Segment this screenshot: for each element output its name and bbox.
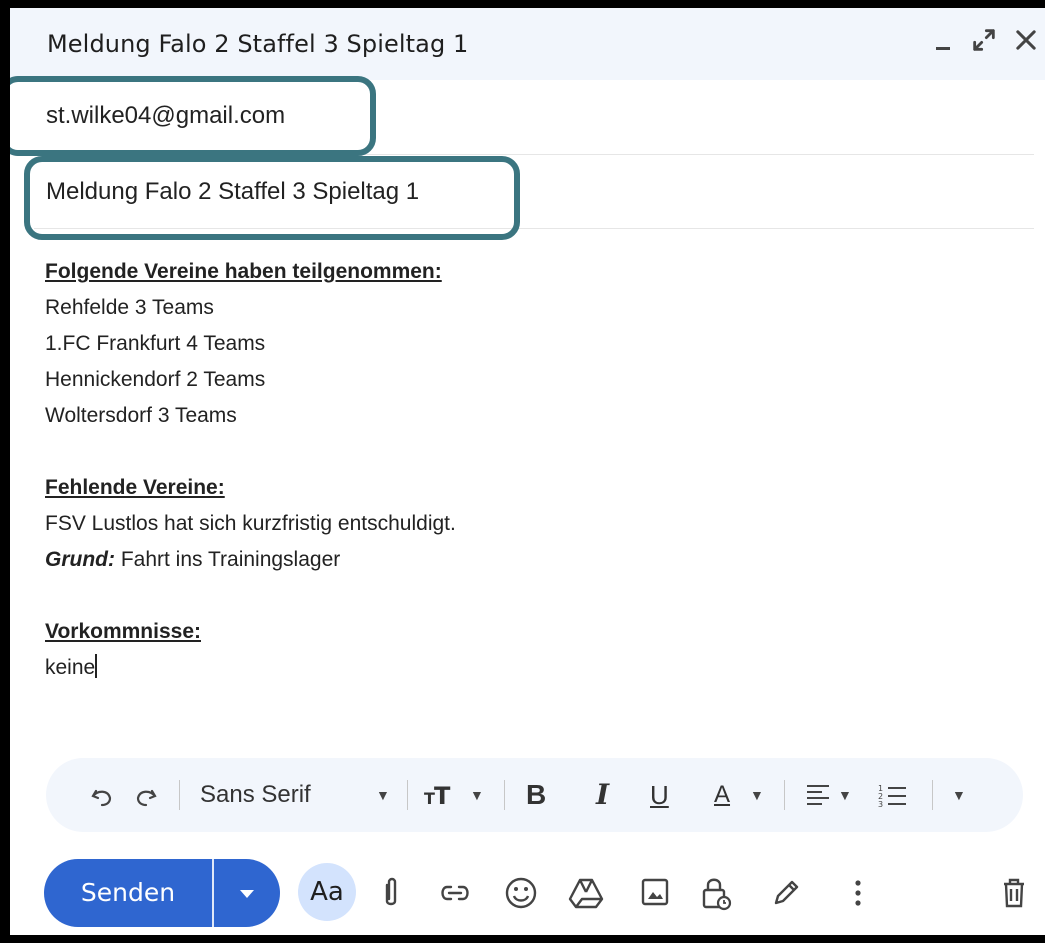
reason-text: Fahrt ins Trainingslager (114, 548, 341, 571)
incidents-line: keine (45, 650, 1025, 686)
align-icon[interactable] (804, 758, 832, 832)
reason-line: Grund: Fahrt ins Trainingslager (45, 542, 1025, 578)
chevron-down-icon[interactable]: ▼ (838, 758, 852, 832)
toolbar-separator (504, 780, 505, 810)
send-button-group: Senden (44, 859, 280, 927)
incidents-text: keine (45, 656, 96, 679)
toolbar-separator (407, 780, 408, 810)
close-icon[interactable] (1012, 26, 1040, 59)
attach-icon[interactable] (378, 875, 404, 916)
compose-actions: Senden Aa (10, 853, 1045, 935)
numbered-list-icon[interactable]: 123 (876, 758, 908, 832)
undo-icon[interactable] (90, 758, 114, 832)
participant-line: 1.FC Frankfurt 4 Teams (45, 332, 266, 355)
recipient-email[interactable]: st.wilke04@gmail.com (46, 102, 285, 130)
toolbar-separator (932, 780, 933, 810)
more-options-icon[interactable] (852, 875, 864, 916)
text-caret (95, 654, 98, 678)
expand-icon[interactable] (970, 26, 998, 59)
photo-icon[interactable] (640, 875, 670, 916)
participant-line: Rehfelde 3 Teams (45, 296, 214, 319)
subject-text[interactable]: Meldung Falo 2 Staffel 3 Spieltag 1 (46, 178, 419, 206)
chevron-down-icon[interactable]: ▼ (750, 758, 764, 832)
toolbar-separator (784, 780, 785, 810)
chevron-down-icon[interactable]: ▼ (470, 758, 484, 832)
compose-titlebar[interactable]: Meldung Falo 2 Staffel 3 Spieltag 1 (10, 8, 1045, 80)
svg-text:3: 3 (878, 800, 883, 809)
formatting-toggle-button[interactable]: Aa (298, 863, 356, 921)
participants-heading: Folgende Vereine haben teilgenommen: (45, 260, 442, 283)
trash-icon[interactable] (1000, 875, 1028, 916)
redo-icon[interactable] (134, 758, 158, 832)
message-body[interactable]: Folgende Vereine haben teilgenommen: Reh… (45, 254, 1025, 686)
svg-text:T: T (434, 782, 451, 810)
missing-text: FSV Lustlos hat sich kurzfristig entschu… (45, 512, 456, 535)
italic-button[interactable]: I (596, 758, 609, 832)
incidents-heading: Vorkommnisse: (45, 620, 201, 643)
link-icon[interactable] (438, 875, 472, 916)
send-options-button[interactable] (214, 859, 280, 927)
participant-line: Woltersdorf 3 Teams (45, 404, 237, 427)
signature-icon[interactable] (770, 875, 802, 916)
text-size-icon[interactable]: TT (424, 758, 456, 832)
bold-button[interactable]: B (526, 758, 546, 832)
minimize-icon[interactable] (932, 30, 956, 59)
more-formatting-icon[interactable]: ▼ (952, 758, 966, 832)
reason-label: Grund: (45, 548, 115, 571)
underline-button[interactable]: U (650, 758, 669, 832)
font-family-select[interactable]: Sans Serif (200, 758, 311, 832)
compose-window: Meldung Falo 2 Staffel 3 Spieltag 1 st.w… (10, 8, 1045, 935)
drive-icon[interactable] (568, 875, 604, 916)
send-button[interactable]: Senden (44, 859, 212, 927)
window-title: Meldung Falo 2 Staffel 3 Spieltag 1 (47, 30, 469, 58)
toolbar-separator (179, 780, 180, 810)
chevron-down-icon[interactable]: ▼ (376, 758, 390, 832)
emoji-icon[interactable] (504, 875, 538, 916)
missing-heading: Fehlende Vereine: (45, 476, 225, 499)
formatting-toolbar: Sans Serif ▼ TT ▼ B I U A ▼ ▼ 123 ▼ (46, 758, 1023, 832)
participant-line: Hennickendorf 2 Teams (45, 368, 266, 391)
subject-field[interactable]: Meldung Falo 2 Staffel 3 Spieltag 1 (34, 154, 1034, 229)
recipients-field[interactable]: st.wilke04@gmail.com (34, 80, 1034, 155)
text-color-button[interactable]: A (714, 758, 730, 832)
confidential-icon[interactable] (700, 875, 732, 916)
